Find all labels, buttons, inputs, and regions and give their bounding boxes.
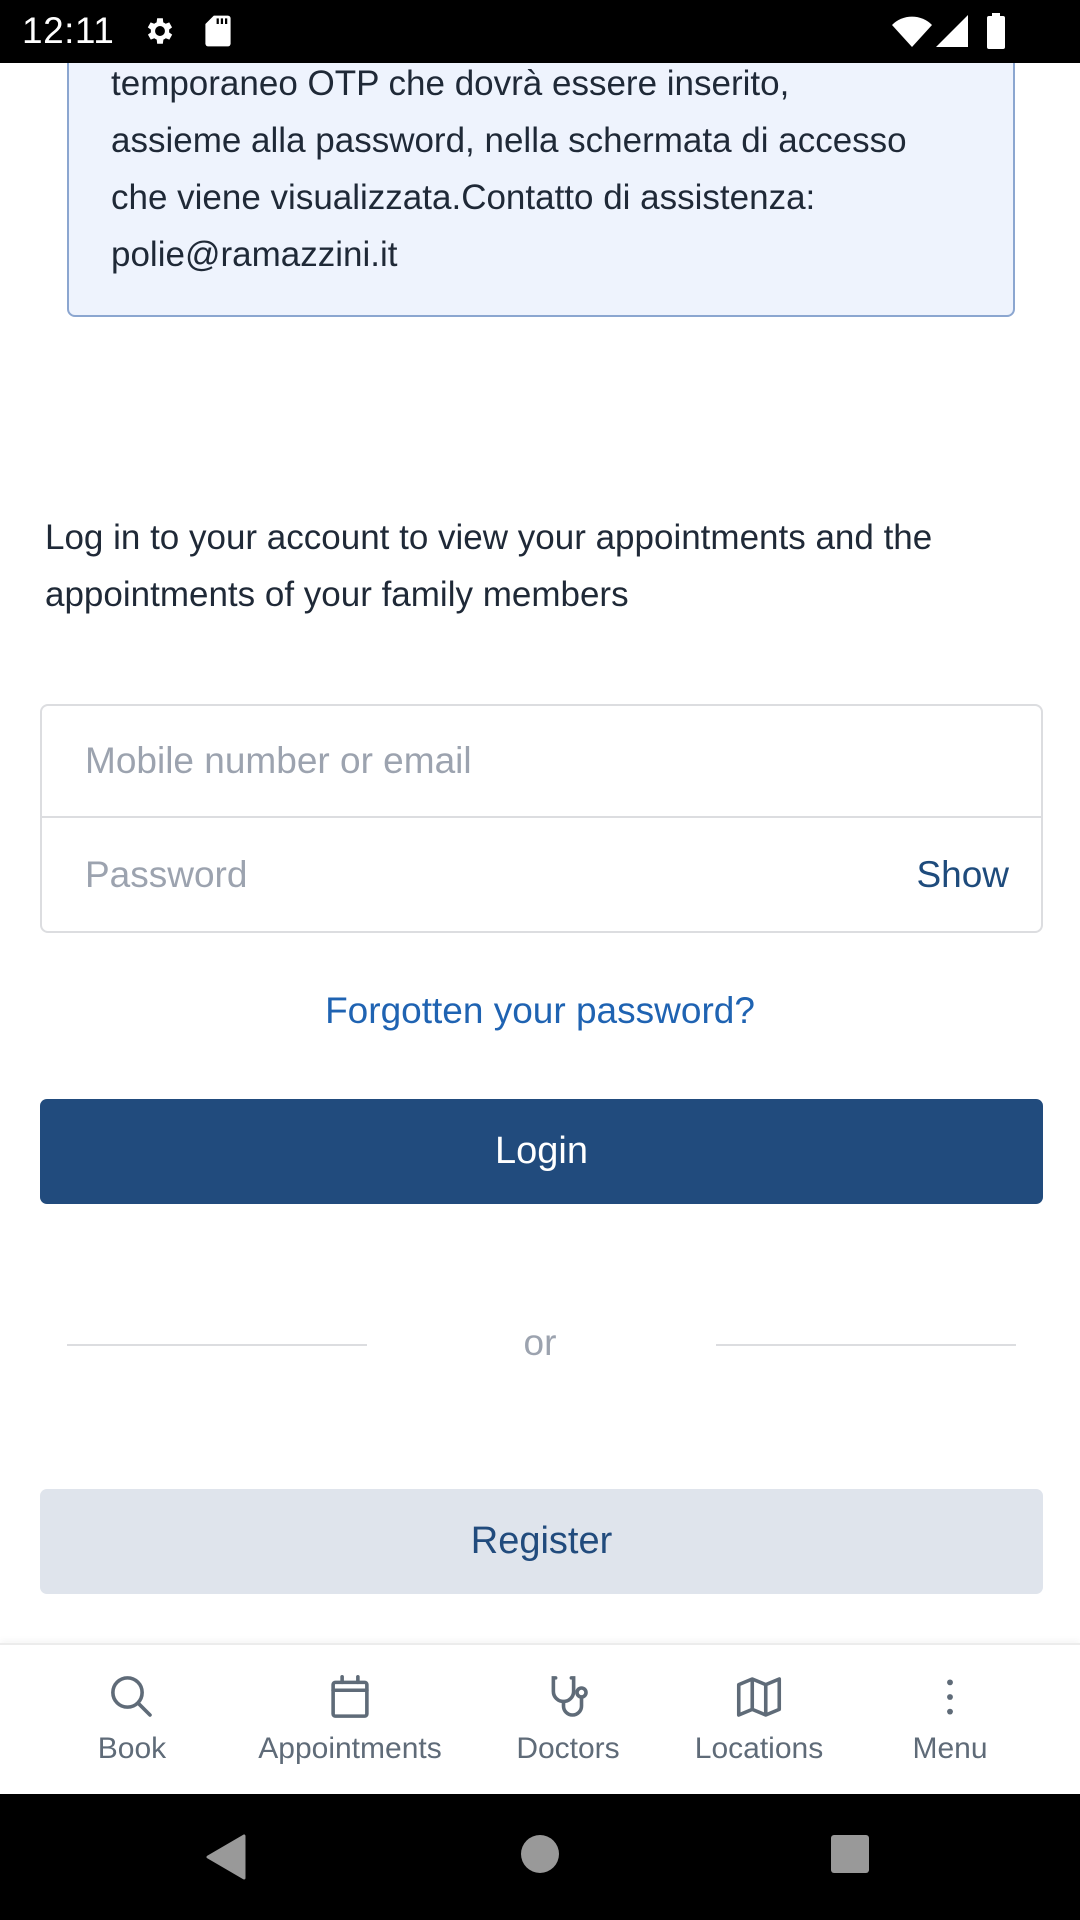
password-input[interactable] (42, 853, 842, 896)
divider-line-right (716, 1344, 1016, 1346)
status-bar: 12:11 (0, 0, 1080, 63)
nav-item-doctors[interactable]: Doctors (500, 1645, 636, 1796)
wifi-icon (892, 16, 932, 47)
search-icon (111, 1676, 152, 1717)
info-notice-text: temporaneo OTP che dovrà essere inserito… (111, 64, 907, 274)
nav-label-book: Book (97, 1732, 167, 1765)
login-form: Show (40, 704, 1043, 933)
email-input[interactable] (42, 740, 842, 782)
nav-item-appointments[interactable]: Appointments (240, 1645, 460, 1796)
calendar-icon (331, 1674, 369, 1718)
sd-card-icon (205, 15, 231, 47)
nav-label-menu: Menu (912, 1732, 988, 1765)
login-intro-text: Log in to your account to view your appo… (45, 518, 933, 614)
status-time: 12:11 (22, 10, 115, 51)
nav-item-locations[interactable]: Locations (684, 1645, 834, 1796)
forgot-password-link[interactable]: Forgotten your password? (0, 990, 1080, 1032)
gear-icon (147, 18, 173, 44)
info-notice-box: temporaneo OTP che dovrà essere inserito… (67, 20, 1015, 317)
nav-label-appointments: Appointments (258, 1732, 442, 1765)
cell-signal-icon (936, 15, 968, 47)
battery-icon (987, 13, 1005, 49)
map-icon (736, 1677, 782, 1717)
back-icon[interactable] (206, 1834, 246, 1880)
login-button[interactable]: Login (40, 1099, 1043, 1204)
system-navigation-bar (0, 1794, 1080, 1920)
nav-label-doctors: Doctors (516, 1732, 620, 1765)
more-vertical-icon (947, 1679, 953, 1715)
nav-item-book[interactable]: Book (72, 1645, 192, 1796)
stethoscope-icon (551, 1676, 588, 1717)
password-field-container: Show (42, 818, 1041, 931)
register-button[interactable]: Register (40, 1489, 1043, 1594)
show-password-button[interactable]: Show (916, 854, 1009, 896)
divider-or-text: or (523, 1322, 557, 1363)
home-icon[interactable] (519, 1833, 561, 1875)
bottom-navigation: Book Appointments Doctors Locations Menu (0, 1643, 1080, 1794)
nav-label-locations: Locations (694, 1732, 824, 1765)
recents-icon[interactable] (830, 1834, 870, 1874)
email-field-container (42, 706, 1041, 818)
nav-item-menu[interactable]: Menu (890, 1645, 1010, 1796)
